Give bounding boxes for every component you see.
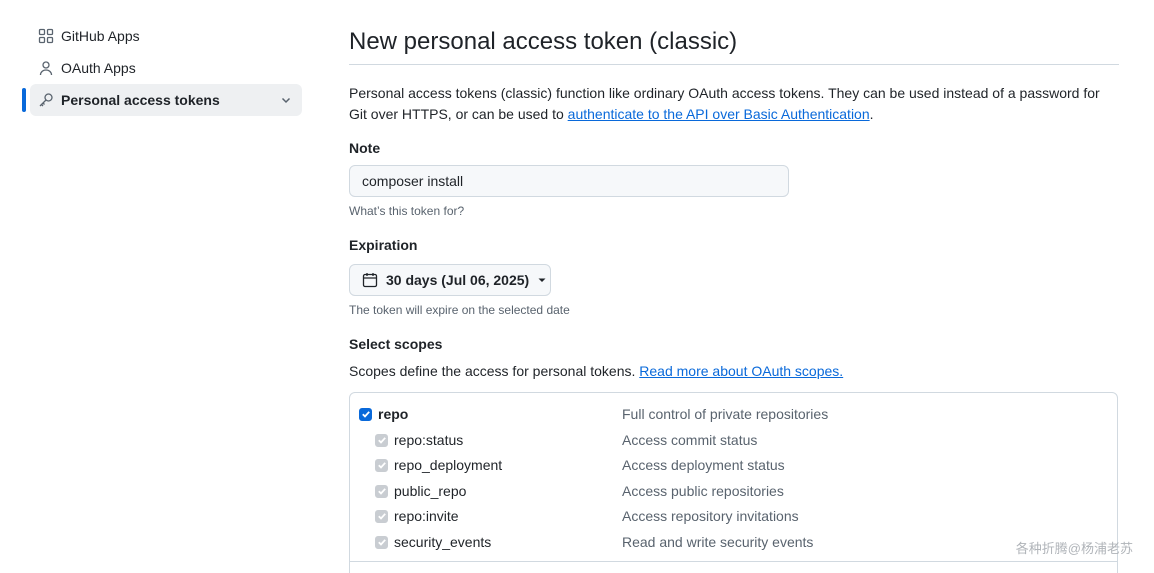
sidebar-item-personal-access-tokens[interactable]: Personal access tokens: [22, 84, 302, 116]
expiration-hint: The token will expire on the selected da…: [349, 303, 570, 317]
chevron-down-icon[interactable]: [280, 93, 292, 109]
scope-checkbox-repo-deployment[interactable]: [375, 458, 388, 472]
scopes-label: Select scopes: [349, 336, 443, 352]
scope-row-repo-status: repo:status Access commit status: [350, 429, 1117, 451]
scope-name: repo:status: [394, 432, 464, 448]
scopes-divider: [350, 561, 1117, 562]
note-hint: What’s this token for?: [349, 204, 465, 218]
scope-desc: Access deployment status: [622, 457, 785, 473]
intro-end: .: [869, 106, 874, 122]
sidebar-item-oauth-apps[interactable]: OAuth Apps: [22, 52, 302, 84]
scope-name: public_repo: [394, 483, 467, 499]
scope-desc: Access repository invitations: [622, 508, 799, 524]
scope-name: repo_deployment: [394, 457, 503, 473]
scopes-description: Scopes define the access for personal to…: [349, 363, 843, 379]
expiration-value: 30 days (Jul 06, 2025): [386, 272, 530, 288]
scope-row-public-repo: public_repo Access public repositories: [350, 480, 1117, 502]
scope-row-repo-deployment: repo_deployment Access deployment status: [350, 454, 1117, 476]
title-divider: [349, 64, 1119, 65]
settings-sidebar: GitHub Apps OAuth Apps Personal access t…: [22, 20, 302, 116]
scope-desc: Access public repositories: [622, 483, 784, 499]
triangle-down-icon: [537, 275, 547, 285]
scopes-list: repo Full control of private repositorie…: [349, 392, 1118, 573]
scope-desc: Access commit status: [622, 432, 758, 448]
intro-paragraph: Personal access tokens (classic) functio…: [349, 83, 1119, 125]
scope-name: repo:invite: [394, 508, 459, 524]
scope-desc: Read and write security events: [622, 534, 814, 550]
scopes-desc-text: Scopes define the access for personal to…: [349, 363, 640, 379]
page-title: New personal access token (classic): [349, 28, 738, 55]
key-icon: [38, 92, 54, 108]
scope-checkbox-repo[interactable]: [359, 407, 372, 421]
scope-checkbox-repo-status[interactable]: [375, 433, 388, 447]
calendar-icon: [362, 272, 378, 288]
sidebar-item-label: OAuth Apps: [61, 60, 136, 76]
scope-row-security-events: security_events Read and write security …: [350, 531, 1117, 553]
scope-row-repo: repo Full control of private repositorie…: [350, 403, 1117, 425]
scope-checkbox-public-repo[interactable]: [375, 484, 388, 498]
scope-checkbox-security-events[interactable]: [375, 535, 388, 549]
scope-name: repo: [378, 406, 409, 422]
basic-auth-link[interactable]: authenticate to the API over Basic Authe…: [568, 106, 870, 122]
scope-row-repo-invite: repo:invite Access repository invitation…: [350, 505, 1117, 527]
expiration-label: Expiration: [349, 237, 418, 253]
sidebar-item-label: Personal access tokens: [61, 92, 220, 108]
scope-name: security_events: [394, 534, 492, 550]
scope-checkbox-repo-invite[interactable]: [375, 509, 388, 523]
person-icon: [38, 60, 54, 76]
note-input[interactable]: composer install: [349, 165, 789, 197]
sidebar-item-label: GitHub Apps: [61, 28, 140, 44]
main-content: New personal access token (classic) Pers…: [349, 0, 1119, 573]
apps-icon: [38, 28, 54, 44]
expiration-select[interactable]: 30 days (Jul 06, 2025): [349, 264, 551, 296]
active-indicator: [22, 88, 26, 112]
oauth-scopes-link[interactable]: Read more about OAuth scopes.: [639, 363, 843, 379]
note-label: Note: [349, 140, 381, 156]
sidebar-item-github-apps[interactable]: GitHub Apps: [22, 20, 302, 52]
scope-desc: Full control of private repositories: [622, 406, 829, 422]
watermark: 各种折腾@杨浦老苏: [1015, 541, 1133, 556]
